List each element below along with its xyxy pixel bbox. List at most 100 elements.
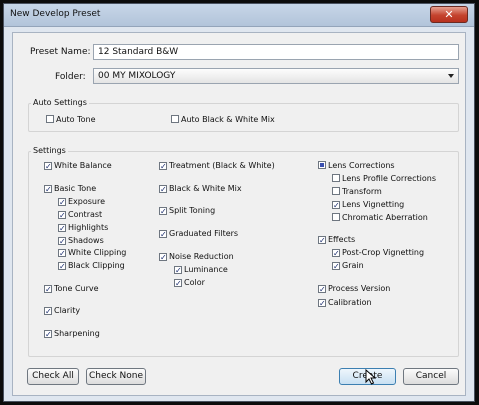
- checkbox-box: [46, 115, 54, 123]
- graduated-filters-checkbox[interactable]: ✓ Graduated Filters: [159, 229, 238, 240]
- checkbox-box: ✓: [159, 253, 167, 262]
- checkbox-box: ✓: [318, 299, 326, 308]
- checkbox-box: ✓: [58, 237, 66, 246]
- auto-bw-mix-checkbox[interactable]: Auto Black & White Mix: [171, 115, 275, 126]
- checkbox-box: ✓: [332, 249, 340, 258]
- checkbox-label: Noise Reduction: [169, 252, 234, 261]
- transform-checkbox[interactable]: Transform: [332, 187, 382, 198]
- checkbox-box: ✓: [44, 162, 52, 171]
- highlights-checkbox[interactable]: ✓ Highlights: [58, 223, 108, 234]
- checkbox-box: ✓: [159, 162, 167, 171]
- clarity-checkbox[interactable]: ✓ Clarity: [44, 306, 80, 317]
- checkbox-label: Contrast: [68, 210, 103, 219]
- checkbox-box: ✓: [332, 262, 340, 271]
- checkbox-box: ✓: [159, 185, 167, 194]
- checkbox-label: Post-Crop Vignetting: [342, 248, 425, 257]
- title-bar[interactable]: New Develop Preset ✕: [4, 4, 474, 27]
- luminance-checkbox[interactable]: ✓ Luminance: [174, 265, 228, 276]
- close-button[interactable]: ✕: [430, 6, 468, 23]
- check-none-button[interactable]: Check None: [86, 368, 146, 385]
- sharpening-checkbox[interactable]: ✓ Sharpening: [44, 329, 100, 340]
- lens-vignetting-checkbox[interactable]: ✓ Lens Vignetting: [332, 200, 404, 211]
- exposure-checkbox[interactable]: ✓ Exposure: [58, 197, 105, 208]
- color-checkbox[interactable]: ✓ Color: [174, 278, 205, 289]
- folder-label: Folder:: [55, 72, 86, 82]
- checkbox-label: Sharpening: [54, 329, 100, 338]
- checkbox-box: ✓: [58, 224, 66, 233]
- shadows-checkbox[interactable]: ✓ Shadows: [58, 236, 104, 247]
- checkbox-label: Lens Profile Corrections: [342, 174, 436, 183]
- checkbox-label: Basic Tone: [54, 184, 97, 193]
- checkbox-label: Tone Curve: [54, 284, 99, 293]
- checkbox-box: ✓: [58, 249, 66, 258]
- cancel-button[interactable]: Cancel: [403, 368, 459, 385]
- mouse-pointer-icon: [365, 369, 376, 385]
- process-version-checkbox[interactable]: ✓ Process Version: [318, 284, 390, 295]
- checkbox-label: Split Toning: [169, 206, 216, 215]
- lens-profile-corrections-checkbox[interactable]: Lens Profile Corrections: [332, 174, 436, 185]
- checkbox-label: Calibration: [328, 298, 372, 307]
- checkbox-box: ✓: [58, 198, 66, 207]
- auto-settings-title: Auto Settings: [31, 98, 89, 107]
- noise-reduction-checkbox[interactable]: ✓ Noise Reduction: [159, 252, 234, 263]
- checkbox-label: Auto Black & White Mix: [181, 115, 275, 124]
- checkbox-box: ✓: [44, 185, 52, 194]
- post-crop-vignetting-checkbox[interactable]: ✓ Post-Crop Vignetting: [332, 248, 424, 259]
- contrast-checkbox[interactable]: ✓ Contrast: [58, 210, 102, 221]
- basic-tone-checkbox[interactable]: ✓ Basic Tone: [44, 184, 96, 195]
- black-clipping-checkbox[interactable]: ✓ Black Clipping: [58, 261, 125, 272]
- checkbox-label: Highlights: [68, 223, 109, 232]
- chevron-down-icon: [448, 74, 454, 78]
- checkbox-box: ✓: [159, 207, 167, 216]
- folder-select-value: 00 MY MIXOLOGY: [98, 71, 176, 81]
- checkbox-label: Color: [184, 278, 205, 287]
- checkbox-box: [171, 115, 179, 123]
- checkbox-label: Black Clipping: [68, 261, 125, 270]
- checkbox-label: Auto Tone: [56, 115, 96, 124]
- checkbox-box: ✓: [318, 236, 326, 245]
- checkbox-label: Chromatic Aberration: [342, 213, 428, 222]
- checkbox-box: ✓: [44, 330, 52, 339]
- settings-title: Settings: [31, 146, 68, 155]
- checkbox-label: Effects: [328, 235, 356, 244]
- checkbox-label: Graduated Filters: [169, 229, 239, 238]
- checkbox-label: Lens Corrections: [328, 161, 395, 170]
- checkbox-label: Transform: [342, 187, 382, 196]
- preset-name-input[interactable]: 12 Standard B&W: [93, 44, 459, 60]
- checkbox-box: [332, 174, 340, 182]
- split-toning-checkbox[interactable]: ✓ Split Toning: [159, 206, 215, 217]
- checkbox-box: [332, 213, 340, 221]
- new-develop-preset-dialog: New Develop Preset ✕ Preset Name: 12 Sta…: [3, 3, 475, 402]
- checkbox-box: [318, 161, 326, 169]
- check-all-button[interactable]: Check All: [27, 368, 79, 385]
- treatment-checkbox[interactable]: ✓ Treatment (Black & White): [159, 161, 275, 172]
- checkbox-box: [332, 187, 340, 195]
- tone-curve-checkbox[interactable]: ✓ Tone Curve: [44, 284, 99, 295]
- calibration-checkbox[interactable]: ✓ Calibration: [318, 298, 372, 309]
- window-title: New Develop Preset: [10, 9, 101, 19]
- chromatic-aberration-checkbox[interactable]: Chromatic Aberration: [332, 213, 428, 224]
- checkbox-box: ✓: [318, 285, 326, 294]
- auto-tone-checkbox[interactable]: Auto Tone: [46, 115, 96, 126]
- checkbox-box: ✓: [174, 279, 182, 288]
- checkbox-box: ✓: [58, 262, 66, 271]
- checkbox-label: Clarity: [54, 306, 81, 315]
- folder-select[interactable]: 00 MY MIXOLOGY: [93, 68, 459, 84]
- checkbox-label: Black & White Mix: [169, 184, 242, 193]
- checkbox-box: ✓: [332, 201, 340, 210]
- checkbox-label: Shadows: [68, 236, 104, 245]
- white-balance-checkbox[interactable]: ✓ White Balance: [44, 161, 112, 172]
- checkbox-box: ✓: [174, 266, 182, 275]
- checkbox-box: ✓: [58, 211, 66, 220]
- checkbox-label: Process Version: [328, 284, 391, 293]
- checkbox-label: Grain: [342, 261, 364, 270]
- grain-checkbox[interactable]: ✓ Grain: [332, 261, 364, 272]
- checkbox-label: White Balance: [54, 161, 112, 170]
- bw-mix-checkbox[interactable]: ✓ Black & White Mix: [159, 184, 242, 195]
- white-clipping-checkbox[interactable]: ✓ White Clipping: [58, 248, 126, 259]
- checkbox-label: Exposure: [68, 197, 106, 206]
- preset-name-label: Preset Name:: [30, 47, 91, 57]
- checkbox-label: Luminance: [184, 265, 228, 274]
- effects-checkbox[interactable]: ✓ Effects: [318, 235, 355, 246]
- lens-corrections-checkbox[interactable]: Lens Corrections: [318, 161, 395, 172]
